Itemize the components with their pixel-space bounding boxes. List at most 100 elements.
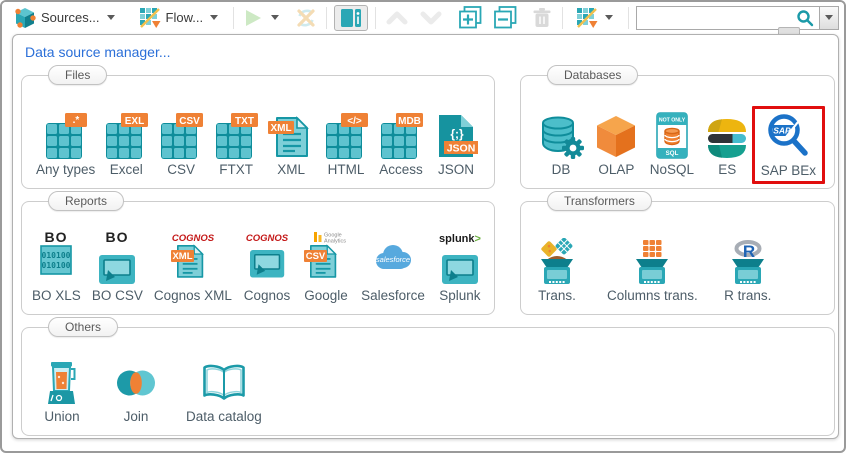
- salesforce-text: salesforce: [376, 255, 410, 264]
- stop-refresh-button[interactable]: [293, 5, 319, 31]
- badge-text: CSV: [306, 251, 326, 262]
- toolbar-separator: [628, 7, 629, 29]
- reports-items: BO 010100 010100 BO XLS BO BO CSV: [22, 214, 494, 304]
- badge-text: EXL: [125, 116, 144, 127]
- source-item-bo-csv[interactable]: BO BO CSV: [92, 230, 143, 304]
- olap-cube-icon: [592, 112, 640, 160]
- item-label: Google: [304, 289, 348, 304]
- run-options-dropdown[interactable]: [271, 15, 279, 20]
- group-others-label: Others: [48, 317, 118, 337]
- source-item-data-catalog[interactable]: Data catalog: [186, 359, 262, 425]
- source-item-r-trans[interactable]: R R trans.: [724, 238, 772, 304]
- source-item-olap[interactable]: OLAP: [592, 112, 640, 178]
- source-item-cognos[interactable]: COGNOS Cognos: [243, 230, 291, 304]
- run-button[interactable]: [241, 6, 265, 30]
- move-down-button[interactable]: [417, 7, 445, 29]
- source-item-cognos-xml[interactable]: COGNOS XML Cognos XML: [154, 230, 232, 304]
- chevron-down-icon: [825, 15, 833, 20]
- access-icon: MDB: [377, 112, 425, 160]
- source-item-json[interactable]: {;} JSON JSON: [432, 112, 480, 178]
- group-reports: Reports BO 010100 010100 BO XLS BO: [21, 201, 495, 315]
- trash-icon: [531, 7, 553, 29]
- group-files-label: Files: [48, 65, 107, 85]
- group-databases-label: Databases: [547, 65, 638, 85]
- flow-menu-button[interactable]: Flow...: [133, 4, 227, 32]
- search-area: [621, 6, 839, 30]
- source-item-bo-xls[interactable]: BO 010100 010100 BO XLS: [32, 230, 81, 304]
- source-item-splunk[interactable]: splunk> Splunk: [436, 230, 484, 304]
- source-item-sap-bex[interactable]: SAP SAP BEx: [752, 106, 825, 184]
- expand-all-button[interactable]: [457, 4, 484, 31]
- search-options-dropdown[interactable]: [819, 6, 839, 30]
- page-title: Data source manager...: [25, 44, 171, 60]
- html-icon: </>: [322, 112, 370, 160]
- ftxt-icon: TXT: [212, 112, 260, 160]
- item-label: JSON: [438, 163, 474, 178]
- sap-bex-icon: SAP: [762, 113, 814, 161]
- transformers-items: Trans. Columns trans.: [521, 214, 834, 304]
- chart-menu-button[interactable]: [570, 4, 621, 32]
- nosql-bottom-text: SQL: [665, 150, 678, 157]
- group-others: Others Union: [21, 327, 835, 436]
- source-item-join[interactable]: Join: [112, 359, 160, 425]
- excel-icon: EXL: [102, 112, 150, 160]
- source-item-html[interactable]: </> HTML: [322, 112, 370, 178]
- toolbar: Sources... Flow...: [2, 2, 844, 33]
- toolbar-separator: [233, 7, 234, 29]
- cognos-head-text: COGNOS: [172, 233, 215, 244]
- others-items: Union Join Data cata: [22, 340, 834, 425]
- source-item-nosql[interactable]: NOT ONLY SQL NoSQL: [648, 112, 696, 178]
- group-databases: Databases: [520, 75, 835, 189]
- splunk-head-text: splunk: [439, 233, 475, 245]
- delete-button[interactable]: [529, 5, 555, 31]
- source-item-xml[interactable]: XML XML: [267, 112, 315, 178]
- sap-logo-text: SAP: [774, 126, 792, 136]
- flow-menu-label: Flow...: [166, 10, 204, 25]
- badge-text: TXT: [235, 116, 254, 127]
- move-up-button[interactable]: [383, 7, 411, 29]
- cognos-icon: COGNOS: [243, 230, 291, 286]
- xml-file-icon: XML: [267, 112, 315, 160]
- item-label: SAP BEx: [761, 164, 816, 179]
- data-catalog-book-icon: [200, 359, 248, 407]
- item-label: HTML: [328, 163, 365, 178]
- chevron-down-icon: [419, 9, 443, 27]
- search-input[interactable]: [636, 6, 819, 30]
- item-label: BO XLS: [32, 289, 81, 304]
- bo-head-text: BO: [45, 230, 68, 245]
- source-item-google[interactable]: Google Analytics CSV Google: [302, 230, 350, 304]
- union-blender-icon: [38, 359, 86, 407]
- badge-text: XML: [271, 123, 292, 134]
- source-item-db[interactable]: DB: [537, 112, 585, 178]
- group-reports-label: Reports: [48, 191, 124, 211]
- source-item-es[interactable]: ES: [703, 112, 751, 178]
- search-icon: [796, 9, 814, 27]
- item-label: Cognos: [244, 289, 291, 304]
- item-label: Any types: [36, 163, 95, 178]
- chevron-down-icon: [107, 15, 115, 20]
- app-window: Sources... Flow...: [0, 0, 846, 453]
- chevron-down-icon: [210, 15, 218, 20]
- chevron-down-icon: [605, 15, 613, 20]
- source-item-union[interactable]: Union: [38, 359, 86, 425]
- source-item-trans[interactable]: Trans.: [533, 238, 581, 304]
- source-item-salesforce[interactable]: salesforce Salesforce: [361, 230, 425, 304]
- source-item-columns-trans[interactable]: Columns trans.: [607, 238, 698, 304]
- source-item-ftxt[interactable]: TXT FTXT: [212, 112, 260, 178]
- collapse-all-icon: [494, 6, 517, 29]
- source-item-excel[interactable]: EXL Excel: [102, 112, 150, 178]
- collapse-all-button[interactable]: [492, 4, 519, 31]
- toggle-side-panel-button[interactable]: [334, 5, 368, 31]
- google-analytics-icon: Google Analytics CSV: [302, 230, 350, 286]
- badge-text: CSV: [179, 116, 200, 127]
- badge-text: MDB: [398, 116, 421, 127]
- source-item-any-types[interactable]: .* Any types: [36, 112, 95, 178]
- databases-items: DB OLAP NOT ONLY: [521, 88, 834, 178]
- stop-refresh-icon: [295, 7, 317, 29]
- elasticsearch-icon: [703, 112, 751, 160]
- item-label: Data catalog: [186, 410, 262, 425]
- source-item-csv[interactable]: CSV CSV: [157, 112, 205, 178]
- join-venn-icon: [112, 359, 160, 407]
- sources-menu-button[interactable]: Sources...: [8, 4, 123, 32]
- source-item-access[interactable]: MDB Access: [377, 112, 425, 178]
